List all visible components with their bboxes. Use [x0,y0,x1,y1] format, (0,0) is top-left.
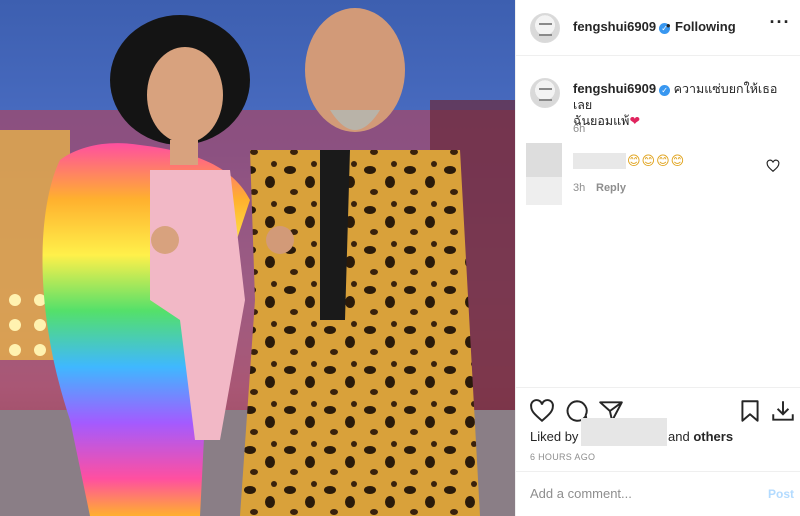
like-heart-icon[interactable] [529,398,555,424]
header-username-text[interactable]: fengshui6909 [573,19,656,34]
caption-username[interactable]: fengshui6909 [573,81,656,96]
comment-timestamp[interactable]: 3h [573,182,585,194]
more-options-icon[interactable]: ··· [768,12,792,36]
header-separator: • [666,18,671,33]
comment-like-icon[interactable] [766,159,780,173]
others-link[interactable]: others [693,429,733,444]
liked-and-label: and [668,429,690,444]
post-side-panel: fengshui6909 ✓ • Following ··· fengshui69… [515,0,800,516]
comment-input[interactable] [530,486,750,501]
post-actions: Liked by and others 6 HOURS AGO Post [516,387,800,515]
liked-by-user-blurred[interactable] [581,418,667,446]
caption-text: fengshui6909 ✓ ความแซ่บยกให้เธอเลย ฉันยอม… [573,81,788,129]
download-icon[interactable] [770,398,796,424]
photo-illustration [0,8,515,516]
post-header: fengshui6909 ✓ • Following ··· [516,0,800,56]
comment-username-blurred[interactable] [573,153,626,169]
verified-badge-icon: ✓ [659,85,671,96]
post-timestamp[interactable]: 6 HOURS AGO [530,452,595,462]
caption-timestamp[interactable]: 6h [573,123,585,135]
liked-by-others[interactable]: and others [668,429,733,444]
post-photo[interactable] [0,0,515,516]
add-comment-section: Post [516,471,800,516]
comment-avatar[interactable] [526,143,562,205]
liked-by-label: Liked by [530,429,579,444]
post-button[interactable]: Post [768,487,794,501]
comment-text: 😊😊😊😊 [627,153,686,168]
avatar[interactable] [530,13,560,43]
heart-emoji: ❤ [629,114,640,128]
caption-avatar[interactable] [530,78,560,108]
reply-button[interactable]: Reply [596,182,626,194]
header-username[interactable]: fengshui6909 ✓ [573,19,671,34]
bookmark-icon[interactable] [737,398,763,424]
following-button[interactable]: Following [675,19,736,34]
